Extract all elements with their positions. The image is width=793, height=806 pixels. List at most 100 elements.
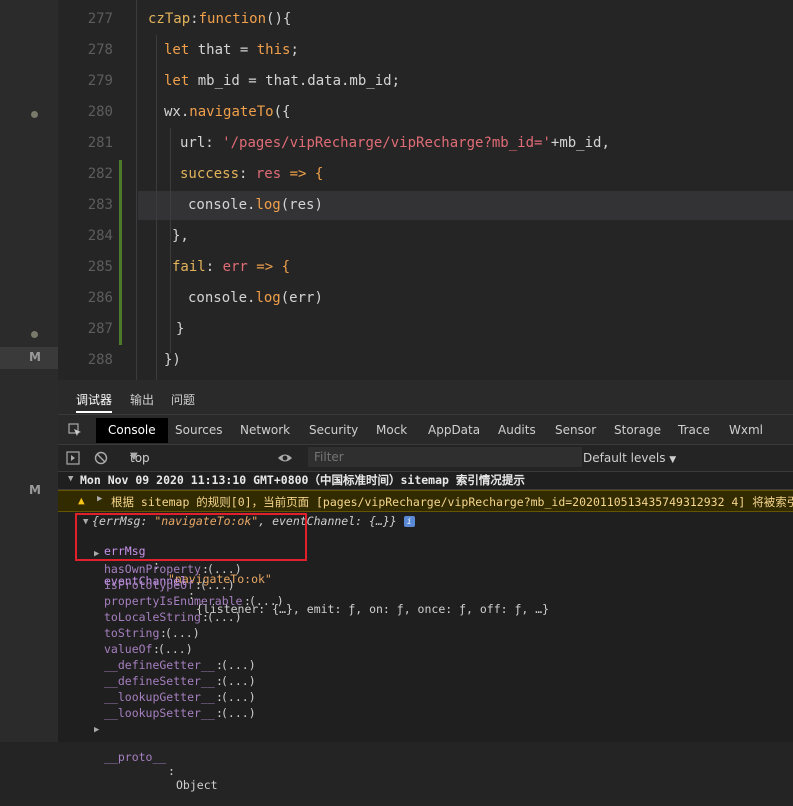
tab-debugger[interactable]: 调试器 [76, 391, 112, 408]
tab-storage[interactable]: Storage [614, 423, 661, 437]
tab-console[interactable]: Console [96, 418, 168, 443]
code-token: : [205, 259, 223, 275]
proto-row[interactable]: ▶ __proto__ : Object [58, 722, 793, 806]
tab-problems[interactable]: 问题 [171, 391, 195, 408]
line-number: 287 [87, 321, 113, 337]
expand-triangle-icon[interactable]: ▼ [68, 474, 73, 484]
code-token: err [222, 259, 248, 275]
code-token: log [255, 197, 281, 213]
member-value[interactable]: (...) [165, 626, 200, 640]
tab-output[interactable]: 输出 [130, 391, 154, 408]
log-levels-select[interactable]: Default levels ▼ [583, 451, 676, 465]
inspect-element-icon[interactable] [68, 423, 82, 437]
tab-audits[interactable]: Audits [498, 423, 536, 437]
group-title: Mon Nov 09 2020 11:13:10 GMT+0800（中国标准时间… [80, 473, 525, 487]
code-token: this [256, 42, 291, 58]
member-key: __defineGetter__ [104, 658, 215, 672]
line-number: 278 [87, 42, 113, 58]
member-value[interactable]: (...) [221, 690, 256, 704]
code-token: } [176, 321, 185, 337]
code-line[interactable]: fail: err => { [172, 259, 290, 275]
console-output[interactable]: ▼ Mon Nov 09 2020 11:13:10 GMT+0800（中国标准… [58, 470, 793, 792]
code-line[interactable]: success: res => { [180, 166, 323, 182]
property-value: Object [176, 778, 218, 792]
expand-triangle-icon[interactable]: ▶ [94, 725, 99, 735]
modified-marker: M [29, 483, 41, 497]
devtools-tabs: 调试器 输出 问题 [58, 380, 793, 414]
code-token: '/pages/vipRecharge/vipRecharge?mb_id=' [222, 135, 551, 151]
code-token: : [190, 11, 199, 27]
code-line[interactable]: console.log(res) [188, 197, 323, 213]
tab-network[interactable]: Network [240, 423, 290, 437]
code-token: (err) [280, 290, 323, 306]
tab-sources[interactable]: Sources [175, 423, 222, 437]
chevron-down-icon: ▼ [669, 455, 677, 465]
member-value[interactable]: (...) [158, 642, 193, 656]
context-select[interactable]: top ▼ [118, 445, 276, 471]
code-token: : [239, 166, 256, 182]
code-editor[interactable]: 277 278 279 280 281 282 283 284 285 286 287 288 czT… [58, 0, 793, 380]
summary-value: {…} [369, 514, 390, 528]
tab-sensor[interactable]: Sensor [555, 423, 596, 437]
indent-guide [170, 128, 171, 353]
log-levels-label: Default levels [583, 451, 666, 465]
console-toolbar: top ▼ Default levels ▼ [58, 444, 793, 472]
member-value[interactable]: (...) [207, 610, 242, 624]
code-token: let [164, 42, 198, 58]
code-line[interactable]: czTap:function(){ [148, 11, 291, 27]
expand-triangle-icon[interactable]: ▶ [97, 494, 102, 504]
code-line[interactable]: wx.navigateTo({ [164, 104, 290, 120]
code-line[interactable]: } [176, 321, 184, 337]
code-token: console. [188, 197, 256, 213]
console-warning[interactable]: ▲ ▶ 根据 sitemap 的规则[0]，当前页面 [pages/vipRec… [58, 490, 793, 512]
code-token: => { [281, 166, 324, 182]
tab-trace[interactable]: Trace [678, 423, 710, 437]
member-value[interactable]: (...) [249, 594, 284, 608]
member-key: isPrototypeOf [104, 578, 195, 592]
code-line[interactable]: }, [172, 228, 189, 244]
code-token: (res) [280, 197, 323, 213]
code-line[interactable]: let that = this; [164, 42, 299, 58]
member-key: __lookupGetter__ [104, 690, 215, 704]
tab-wxml[interactable]: Wxml [729, 423, 763, 437]
code-token: => { [247, 259, 291, 275]
code-token: fail [172, 259, 206, 275]
member-value[interactable]: (...) [200, 578, 235, 592]
code-line[interactable]: console.log(err) [188, 290, 323, 306]
warning-icon: ▲ [78, 494, 85, 507]
member-key: valueOf [104, 642, 153, 656]
info-icon[interactable]: i [403, 516, 415, 527]
member-value[interactable]: (...) [221, 674, 256, 688]
code-token: function [198, 11, 267, 27]
member-value[interactable]: (...) [221, 658, 256, 672]
tab-security[interactable]: Security [309, 423, 358, 437]
modified-marker: M [29, 350, 41, 364]
line-number: 284 [87, 228, 113, 244]
code-token: log [255, 290, 281, 306]
member-key: __defineSetter__ [104, 674, 215, 688]
clear-console-icon[interactable] [94, 451, 108, 465]
sidebar-toggle-icon[interactable] [66, 451, 80, 465]
warning-text: 根据 sitemap 的规则[0]，当前页面 [pages/vipRecharg… [111, 495, 793, 509]
console-group-header[interactable]: ▼ Mon Nov 09 2020 11:13:10 GMT+0800（中国标准… [58, 470, 793, 490]
code-token: }, [172, 228, 189, 244]
devtools-panel: 调试器 输出 问题 Console Sources Network Securi… [58, 380, 793, 792]
tab-appdata[interactable]: AppData [428, 423, 480, 437]
code-token: success [180, 166, 240, 182]
breakpoint-dot[interactable] [31, 111, 38, 118]
filter-input[interactable] [308, 447, 582, 467]
member-value[interactable]: (...) [207, 562, 242, 576]
line-number: 285 [87, 259, 113, 275]
member-key: toLocaleString [104, 610, 201, 624]
chevron-down-icon: ▼ [130, 451, 138, 462]
code-line[interactable]: let mb_id = that.data.mb_id; [164, 73, 400, 89]
breakpoint-dot[interactable] [31, 331, 38, 338]
eye-icon[interactable] [277, 451, 293, 465]
active-tab-indicator [76, 411, 112, 413]
code-line[interactable]: url: '/pages/vipRecharge/vipRecharge?mb_… [180, 135, 610, 151]
code-token: (){ [266, 11, 292, 27]
member-value[interactable]: (...) [221, 706, 256, 720]
tab-mock[interactable]: Mock [376, 423, 407, 437]
code-line[interactable]: }) [164, 352, 181, 368]
git-change-bar [119, 160, 122, 345]
